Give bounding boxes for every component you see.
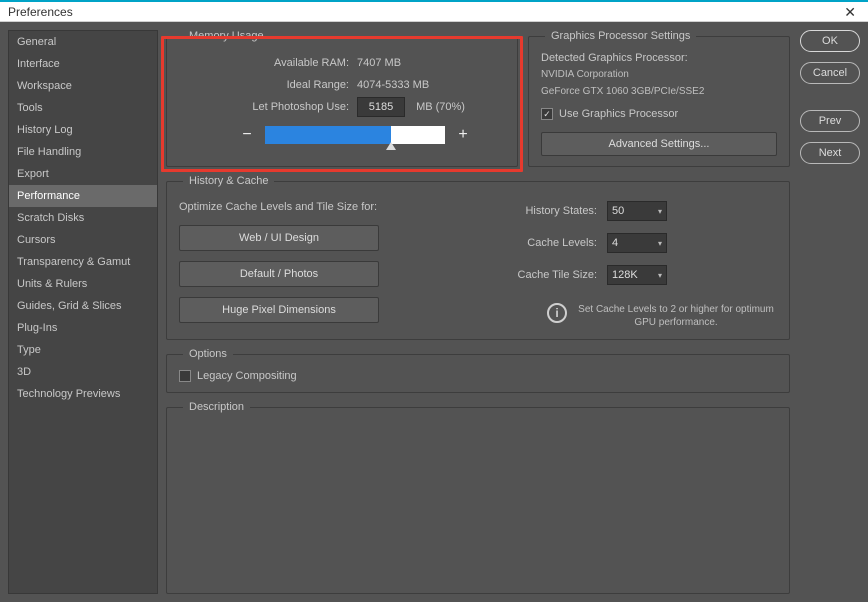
gpu-group: Graphics Processor Settings Detected Gra… [528,30,790,167]
ideal-range-label: Ideal Range: [179,79,349,91]
minus-icon[interactable]: − [239,126,255,144]
cache-tile-label: Cache Tile Size: [427,269,597,281]
ideal-range-value: 4074-5333 MB [357,79,505,91]
use-gpu-label: Use Graphics Processor [559,108,678,120]
sidebar-item-type[interactable]: Type [9,339,157,361]
sidebar-item-guides-grid-slices[interactable]: Guides, Grid & Slices [9,295,157,317]
sidebar-item-interface[interactable]: Interface [9,53,157,75]
sidebar-item-file-handling[interactable]: File Handling [9,141,157,163]
history-states-label: History States: [427,205,597,217]
let-use-input[interactable] [357,97,405,117]
prev-button[interactable]: Prev [800,110,860,132]
info-icon: i [547,303,567,323]
gpu-vendor: NVIDIA Corporation [541,68,777,81]
history-states-select[interactable]: 50 ▾ [607,201,667,221]
memory-slider-fill [265,126,391,144]
options-legend: Options [183,348,233,360]
history-states-value: 50 [612,205,624,217]
sidebar-item-plug-ins[interactable]: Plug-Ins [9,317,157,339]
sidebar-item-units-rulers[interactable]: Units & Rulers [9,273,157,295]
description-group: Description [166,401,790,594]
description-legend: Description [183,401,250,413]
available-ram-label: Available RAM: [179,57,349,69]
chevron-down-icon: ▾ [658,207,662,216]
titlebar: Preferences ✕ [0,0,868,22]
preset-default-button[interactable]: Default / Photos [179,261,379,287]
let-use-label: Let Photoshop Use: [179,101,349,113]
cancel-button[interactable]: Cancel [800,62,860,84]
memory-slider[interactable]: − + [239,126,505,144]
close-icon[interactable]: ✕ [838,3,862,21]
dialog-buttons: OK Cancel Prev Next [800,30,860,164]
sidebar-item-tools[interactable]: Tools [9,97,157,119]
cache-tile-select[interactable]: 128K ▾ [607,265,667,285]
sidebar-item-transparency-gamut[interactable]: Transparency & Gamut [9,251,157,273]
advanced-settings-button[interactable]: Advanced Settings... [541,132,777,156]
cache-tile-value: 128K [612,269,638,281]
plus-icon[interactable]: + [455,126,471,144]
gpu-legend: Graphics Processor Settings [545,30,696,42]
available-ram-value: 7407 MB [357,57,505,69]
use-gpu-row[interactable]: Use Graphics Processor [541,108,777,120]
cache-levels-value: 4 [612,237,618,249]
options-group: Options Legacy Compositing [166,348,790,393]
sidebar-item-3d[interactable]: 3D [9,361,157,383]
sidebar-item-scratch-disks[interactable]: Scratch Disks [9,207,157,229]
chevron-down-icon: ▾ [658,239,662,248]
ok-button[interactable]: OK [800,30,860,52]
legacy-compositing-label: Legacy Compositing [197,370,297,382]
optimize-label: Optimize Cache Levels and Tile Size for: [179,201,397,213]
memory-legend: Memory Usage [183,30,270,42]
sidebar-item-workspace[interactable]: Workspace [9,75,157,97]
sidebar-item-history-log[interactable]: History Log [9,119,157,141]
sidebar-item-performance[interactable]: Performance [9,185,157,207]
main: Memory Usage Available RAM: 7407 MB Idea… [158,22,868,602]
memory-slider-thumb[interactable] [386,142,396,150]
let-use-unit: MB (70%) [416,101,465,113]
preset-huge-button[interactable]: Huge Pixel Dimensions [179,297,379,323]
workspace: General Interface Workspace Tools Histor… [0,22,868,602]
use-gpu-checkbox[interactable] [541,108,553,120]
sidebar-item-cursors[interactable]: Cursors [9,229,157,251]
gpu-model: GeForce GTX 1060 3GB/PCIe/SSE2 [541,85,777,98]
legacy-compositing-row[interactable]: Legacy Compositing [179,370,777,382]
memory-usage-group: Memory Usage Available RAM: 7407 MB Idea… [166,30,518,167]
history-cache-group: History & Cache Optimize Cache Levels an… [166,175,790,340]
memory-slider-track[interactable] [265,126,445,144]
preset-web-ui-button[interactable]: Web / UI Design [179,225,379,251]
legacy-compositing-checkbox[interactable] [179,370,191,382]
sidebar-item-technology-previews[interactable]: Technology Previews [9,383,157,405]
next-button[interactable]: Next [800,142,860,164]
sidebar-item-export[interactable]: Export [9,163,157,185]
gpu-detected-label: Detected Graphics Processor: [541,52,777,64]
hc-legend: History & Cache [183,175,274,187]
sidebar: General Interface Workspace Tools Histor… [8,30,158,594]
cache-levels-label: Cache Levels: [427,237,597,249]
sidebar-item-general[interactable]: General [9,31,157,53]
window-title: Preferences [8,5,73,19]
chevron-down-icon: ▾ [658,271,662,280]
cache-levels-select[interactable]: 4 ▾ [607,233,667,253]
hc-info-text: Set Cache Levels to 2 or higher for opti… [575,303,777,329]
